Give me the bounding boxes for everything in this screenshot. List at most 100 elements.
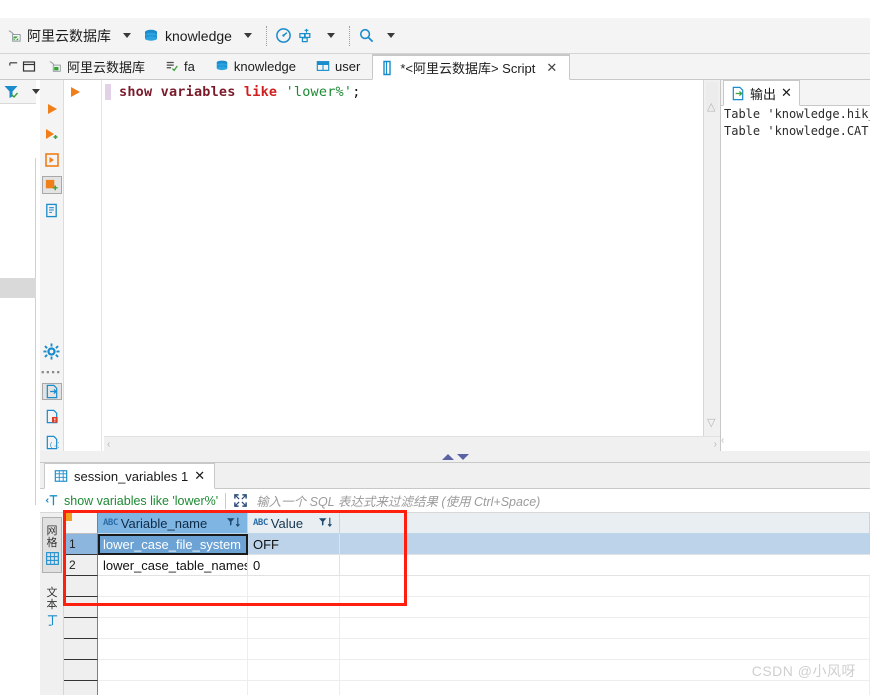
view-tab-text[interactable]: 文 本 — [42, 581, 62, 633]
run-statement-marker-icon[interactable] — [70, 86, 81, 101]
dirty-marker-icon — [64, 513, 72, 521]
results-tab-bar: session_variables 1 ✕ — [40, 463, 870, 489]
cell-variable-name[interactable]: lower_case_table_names — [98, 555, 248, 576]
tab-session-variables[interactable]: session_variables 1 ✕ — [44, 463, 216, 489]
tab-output[interactable]: 输出 ✕ — [723, 80, 800, 106]
connection-selector[interactable]: 阿里云数据库 — [4, 23, 114, 49]
main-toolbar: 阿里云数据库 knowledge — [0, 18, 870, 54]
statement-highlight-bar — [105, 84, 111, 100]
row-number[interactable]: 2 — [64, 555, 98, 576]
tab-script[interactable]: *<阿里云数据库> Script ✕ — [372, 54, 571, 80]
close-icon[interactable]: ✕ — [781, 85, 792, 101]
table-row-empty[interactable] — [64, 597, 870, 618]
sql-editor[interactable]: show variables like 'lower%'; — [64, 80, 704, 451]
editor-vertical-scrollbar[interactable]: △ ▽ — [704, 80, 720, 436]
tab-label: user — [335, 58, 361, 74]
view-tab-grid-label-2: 格 — [46, 537, 58, 549]
table-row-empty[interactable] — [64, 681, 870, 695]
row-number[interactable]: 1 — [64, 534, 98, 555]
table-row-empty[interactable] — [64, 576, 870, 597]
window-top-strip — [0, 0, 870, 18]
panel-divider[interactable] — [40, 451, 870, 462]
execute-statement-icon[interactable] — [42, 100, 62, 117]
left-navigator-rail — [0, 54, 40, 695]
tab-knowledge[interactable]: knowledge — [207, 53, 308, 79]
filter-text-icon[interactable] — [45, 493, 60, 508]
results-filter-bar[interactable]: show variables like 'lower%' 输入一个 SQL 表达… — [40, 489, 870, 513]
table-row[interactable]: 1 lower_case_file_system OFF — [64, 534, 870, 555]
execute-new-tab-icon[interactable] — [42, 151, 62, 168]
search-button[interactable] — [355, 23, 378, 49]
sql-token-like: like — [243, 84, 278, 100]
tab-fa[interactable]: fa — [157, 53, 207, 79]
cell-value[interactable]: 0 — [248, 555, 340, 576]
collapse-down-icon[interactable] — [456, 453, 469, 460]
minimize-panel-icon[interactable] — [8, 61, 19, 72]
server-button[interactable] — [295, 23, 318, 49]
tab-label: knowledge — [233, 58, 297, 74]
maximize-panel-icon[interactable] — [22, 60, 36, 74]
tab-user[interactable]: user — [308, 53, 372, 79]
sql-statement-line[interactable]: show variables like 'lower%'; — [119, 84, 361, 100]
navigator-selected-row[interactable] — [0, 278, 36, 298]
scroll-right-icon[interactable]: › — [714, 439, 717, 450]
sql-settings-icon[interactable] — [42, 343, 62, 360]
watermark: CSDN @小风呀 — [751, 663, 856, 679]
text-view-icon — [46, 614, 59, 627]
export-results-icon[interactable] — [41, 382, 62, 401]
results-grid[interactable]: ABC Variable_name ABC Value 1 lower_case… — [64, 513, 870, 695]
filter-dropdown-caret[interactable] — [32, 89, 40, 94]
column-type-badge: ABC — [103, 518, 118, 528]
table-row-empty[interactable] — [64, 660, 870, 681]
svg-text:(.): (.) — [49, 441, 59, 448]
database-selector[interactable]: knowledge — [140, 23, 235, 49]
output-scroll-left-icon[interactable]: ‹ — [721, 435, 731, 447]
script-file-icon — [381, 60, 395, 76]
explain-plan-icon[interactable] — [42, 202, 62, 219]
execute-expression-icon[interactable] — [41, 176, 62, 194]
sql-token-string: 'lower%' — [285, 84, 353, 100]
tab-label: fa — [184, 58, 195, 74]
cell-value[interactable]: OFF — [248, 534, 340, 555]
execute-script-icon[interactable] — [42, 125, 62, 142]
connection-dropdown-caret[interactable] — [123, 33, 131, 38]
chevron-down-icon[interactable]: ▽ — [707, 416, 715, 429]
grid-corner-cell[interactable] — [64, 513, 98, 534]
connection-icon — [48, 59, 62, 73]
table-row-empty[interactable] — [64, 639, 870, 660]
close-icon[interactable]: ✕ — [546, 60, 557, 76]
collapse-up-icon[interactable] — [441, 453, 454, 460]
column-header-variable-name[interactable]: ABC Variable_name — [98, 513, 248, 534]
search-dropdown-caret[interactable] — [386, 33, 395, 38]
filter-icon[interactable] — [2, 83, 20, 101]
output-tab-bar: 输出 ✕ — [721, 80, 870, 106]
database-dropdown-caret[interactable] — [243, 33, 252, 38]
table-row-empty[interactable] — [64, 618, 870, 639]
editor-horizontal-scrollbar[interactable]: ‹ › — [104, 436, 720, 451]
sql-error-icon[interactable] — [42, 408, 62, 425]
sql-token-semicolon: ; — [352, 84, 361, 100]
output-log-body[interactable]: Table 'knowledge.hik_ Table 'knowledge.C… — [721, 106, 870, 451]
column-header-label: Value — [270, 515, 304, 531]
column-header-label: Variable_name — [120, 515, 208, 531]
expand-icon[interactable] — [233, 493, 248, 508]
navigator-panel-header — [0, 54, 40, 80]
column-header-value[interactable]: ABC Value — [248, 513, 340, 534]
scroll-left-icon[interactable]: ‹ — [107, 439, 110, 450]
filter-sort-icon[interactable] — [318, 516, 335, 531]
close-icon[interactable]: ✕ — [194, 468, 205, 484]
sql-template-icon[interactable]: (.) — [42, 434, 62, 451]
chevron-up-icon[interactable]: △ — [707, 100, 715, 113]
server-dropdown-caret[interactable] — [326, 33, 335, 38]
filter-sort-icon[interactable] — [226, 516, 243, 531]
column-header-filler — [340, 513, 870, 534]
connection-label: 阿里云数据库 — [27, 27, 111, 44]
tab-connection[interactable]: 阿里云数据库 — [40, 53, 157, 79]
view-tab-grid[interactable]: 网 格 — [42, 517, 62, 573]
view-tab-text-label-1: 文 — [46, 587, 58, 599]
cell-filler — [340, 555, 870, 576]
sql-script-icon — [165, 59, 179, 73]
dashboard-button[interactable] — [272, 23, 295, 49]
table-row[interactable]: 2 lower_case_table_names 0 — [64, 555, 870, 576]
cell-variable-name[interactable]: lower_case_file_system — [98, 534, 248, 555]
